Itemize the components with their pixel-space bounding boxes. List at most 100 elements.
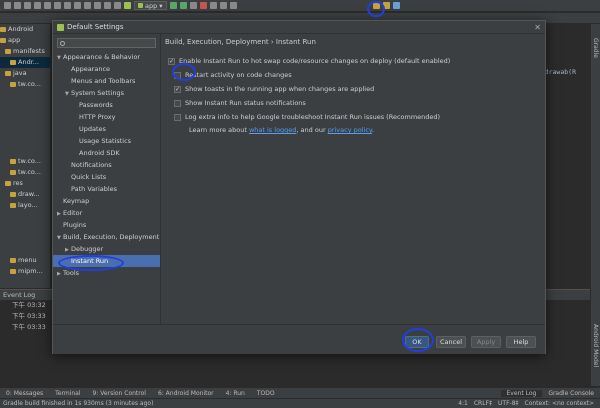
- tree-row[interactable]: app: [0, 35, 50, 46]
- tree-row[interactable]: draw...: [0, 189, 50, 200]
- paste-icon[interactable]: [74, 2, 81, 9]
- make-icon[interactable]: [124, 2, 131, 9]
- search-icon: [60, 40, 65, 46]
- tree-row[interactable]: menu: [0, 255, 50, 266]
- tree-row[interactable]: tw.co...: [0, 79, 50, 90]
- tree-label: app: [8, 36, 21, 44]
- debug-icon[interactable]: [179, 2, 187, 9]
- what-is-logged-link[interactable]: what is logged: [249, 126, 296, 134]
- project-structure-icon[interactable]: [373, 2, 380, 9]
- forward-icon[interactable]: [114, 2, 121, 9]
- undo-icon[interactable]: [34, 2, 41, 9]
- tree-row[interactable]: tw.co...: [0, 156, 50, 167]
- redo-icon[interactable]: [44, 2, 51, 9]
- open-icon[interactable]: [4, 2, 11, 9]
- settings-nav-item[interactable]: Passwords: [53, 99, 160, 111]
- option-row[interactable]: Log extra info to help Google troublesho…: [168, 110, 545, 124]
- option-row[interactable]: ✓ Show toasts in the running app when cha…: [168, 82, 545, 96]
- line-separator[interactable]: CRLF‡: [474, 400, 492, 407]
- ok-button[interactable]: OK: [405, 336, 429, 348]
- tree-row[interactable]: manifests: [0, 46, 50, 57]
- attach-icon[interactable]: [189, 2, 197, 9]
- tree-row[interactable]: Andr...: [0, 57, 50, 68]
- run-config-select[interactable]: app ▾: [134, 1, 167, 10]
- settings-nav-label: HTTP Proxy: [79, 113, 116, 121]
- settings-nav-item[interactable]: HTTP Proxy: [53, 111, 160, 123]
- option-checkbox[interactable]: ✓: [174, 85, 181, 93]
- copy-icon[interactable]: [64, 2, 71, 9]
- option-checkbox[interactable]: ✓: [168, 57, 175, 65]
- settings-nav-item[interactable]: ▶ Editor: [53, 207, 160, 219]
- terminal-tab[interactable]: Terminal: [49, 390, 86, 397]
- settings-search[interactable]: [57, 38, 156, 48]
- option-checkbox[interactable]: [174, 71, 181, 79]
- search-input[interactable]: [66, 39, 155, 47]
- back-icon[interactable]: [104, 2, 111, 9]
- tree-row[interactable]: java: [0, 68, 50, 79]
- settings-nav-item[interactable]: Android SDK: [53, 147, 160, 159]
- settings-breadcrumb: Build, Execution, Deployment › Instant R…: [165, 38, 316, 46]
- settings-nav-item[interactable]: Keymap: [53, 195, 160, 207]
- settings-nav-item[interactable]: ▶ Debugger: [53, 243, 160, 255]
- option-row[interactable]: Show Instant Run status notifications: [168, 96, 545, 110]
- tree-row[interactable]: layo...: [0, 200, 50, 211]
- settings-nav-item[interactable]: Menus and Toolbars: [53, 75, 160, 87]
- apply-button[interactable]: Apply: [471, 336, 501, 348]
- settings-nav-item[interactable]: Updates: [53, 123, 160, 135]
- replace-icon[interactable]: [94, 2, 101, 9]
- help-button[interactable]: Help: [506, 336, 536, 348]
- tree-row[interactable]: tw.co...: [0, 167, 50, 178]
- settings-nav-label: Usage Statistics: [79, 137, 132, 145]
- settings-nav-item[interactable]: Path Variables: [53, 183, 160, 195]
- find-icon[interactable]: [84, 2, 91, 9]
- cancel-button[interactable]: Cancel: [436, 336, 466, 348]
- settings-nav-item[interactable]: Instant Run: [53, 255, 160, 267]
- help-icon[interactable]: [393, 2, 400, 9]
- file-encoding[interactable]: UTF-8‡: [498, 400, 519, 407]
- settings-nav-item[interactable]: Appearance: [53, 63, 160, 75]
- option-checkbox[interactable]: [174, 99, 181, 107]
- gradle-console-tab[interactable]: Gradle Console: [542, 390, 600, 397]
- option-row[interactable]: Restart activity on code changes: [168, 68, 545, 82]
- default-settings-icon[interactable]: [383, 2, 390, 9]
- version-control-tab[interactable]: 9: Version Control: [87, 390, 152, 397]
- settings-nav-item[interactable]: ▼ System Settings: [53, 87, 160, 99]
- android-monitor-tab[interactable]: 6: Android Monitor: [152, 390, 220, 397]
- settings-nav-item[interactable]: Quick Lists: [53, 171, 160, 183]
- tree-row[interactable]: res: [0, 178, 50, 189]
- sdk-manager-icon[interactable]: [219, 2, 227, 9]
- run-tab[interactable]: 4: Run: [220, 390, 251, 397]
- settings-nav-item[interactable]: Notifications: [53, 159, 160, 171]
- todo-tab[interactable]: TODO: [251, 390, 281, 397]
- folder-icon: [10, 203, 16, 208]
- tree-label: manifests: [13, 47, 45, 55]
- settings-nav-item[interactable]: ▶ Tools: [53, 267, 160, 279]
- settings-nav-label: Debugger: [71, 245, 104, 253]
- sync-icon[interactable]: [24, 2, 31, 9]
- settings-nav-item[interactable]: ▼ Build, Execution, Deployment: [53, 231, 160, 243]
- event-log-tab[interactable]: Event Log: [500, 389, 543, 397]
- close-icon[interactable]: ✕: [534, 23, 541, 32]
- save-icon[interactable]: [14, 2, 21, 9]
- tree-row[interactable]: Android: [0, 24, 50, 35]
- monitor-icon[interactable]: [229, 2, 237, 9]
- settings-nav-item[interactable]: Plugins: [53, 219, 160, 231]
- tree-row[interactable]: mipm...: [0, 266, 50, 277]
- avd-manager-icon[interactable]: [209, 2, 217, 9]
- android-model-tab[interactable]: Android Model: [592, 324, 599, 367]
- settings-nav-label: Plugins: [63, 221, 87, 229]
- option-row[interactable]: ✓ Enable Instant Run to hot swap code/res…: [168, 54, 545, 68]
- settings-panel: Build, Execution, Deployment › Instant R…: [162, 34, 545, 324]
- caret-position[interactable]: 4:1: [458, 400, 468, 407]
- settings-nav-label: Updates: [79, 125, 106, 133]
- instant-run-options: ✓ Enable Instant Run to hot swap code/res…: [162, 54, 545, 124]
- run-icon[interactable]: [169, 2, 177, 9]
- messages-tab[interactable]: 0: Messages: [0, 390, 49, 397]
- privacy-policy-link[interactable]: privacy policy: [328, 126, 372, 134]
- settings-nav-item[interactable]: ▼ Appearance & Behavior: [53, 51, 160, 63]
- settings-nav-item[interactable]: Usage Statistics: [53, 135, 160, 147]
- stop-icon[interactable]: [199, 2, 207, 9]
- gradle-tab[interactable]: Gradle: [592, 38, 599, 58]
- option-checkbox[interactable]: [174, 113, 181, 121]
- cut-icon[interactable]: [54, 2, 61, 9]
